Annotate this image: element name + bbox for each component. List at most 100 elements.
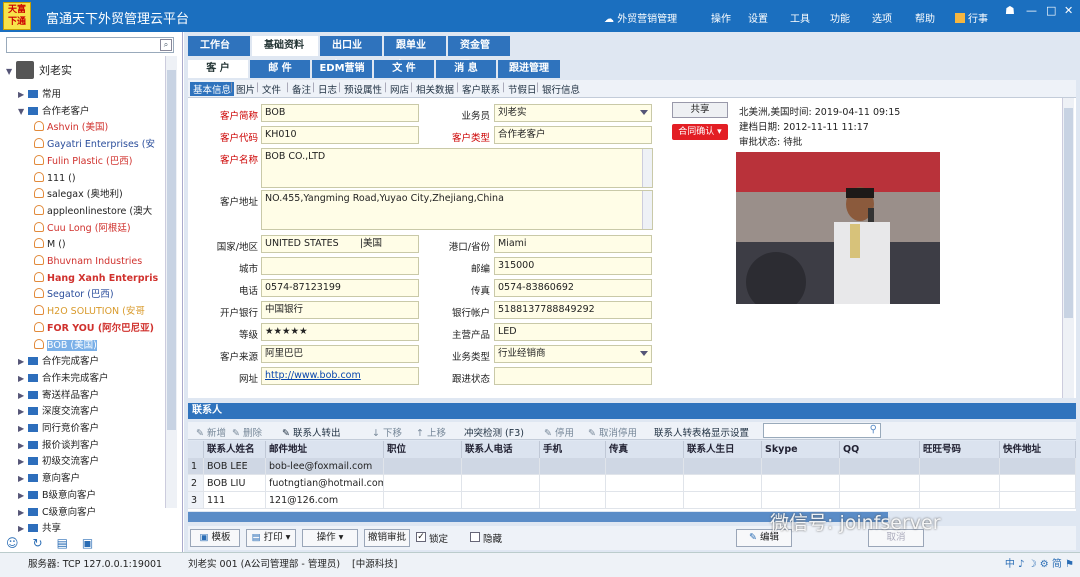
column-header[interactable]: 传真 bbox=[606, 441, 684, 458]
tree-folder[interactable]: ▶ C级意向客户 bbox=[18, 504, 183, 521]
table-cell[interactable] bbox=[840, 492, 920, 509]
field-business-type[interactable]: 行业经销商 bbox=[494, 345, 652, 363]
chevron-down-icon[interactable] bbox=[640, 351, 648, 356]
refresh-icon[interactable]: ↻ bbox=[33, 536, 57, 550]
menu-settings[interactable]: 设置 bbox=[748, 10, 768, 25]
table-cell[interactable]: bob-lee@foxmail.com bbox=[266, 458, 384, 475]
chevron-right-icon[interactable]: ▶ bbox=[18, 387, 28, 404]
tab-detail[interactable]: 节假日 bbox=[508, 82, 537, 96]
chevron-right-icon[interactable]: ▶ bbox=[18, 453, 28, 470]
template-button[interactable]: ▣ 模板 bbox=[190, 529, 240, 547]
table-cell[interactable]: BOB LIU bbox=[204, 475, 266, 492]
table-cell[interactable] bbox=[762, 458, 840, 475]
tree-root-user[interactable]: ▼ 刘老实 bbox=[6, 60, 171, 82]
column-header[interactable]: QQ bbox=[840, 441, 920, 458]
tree-folder[interactable]: ▶ 寄送样品客户 bbox=[18, 387, 183, 404]
share-button[interactable]: 共享 bbox=[672, 102, 728, 118]
field-city[interactable] bbox=[261, 257, 419, 275]
table-cell[interactable] bbox=[1000, 492, 1076, 509]
chevron-right-icon[interactable]: ▶ bbox=[18, 504, 28, 521]
operate-button[interactable]: 操作 ▾ bbox=[302, 529, 358, 547]
lock-checkbox[interactable]: ✓ bbox=[416, 532, 426, 542]
field-bank[interactable]: 中国银行 bbox=[261, 301, 419, 319]
tree-folder[interactable]: ▶ 共享 bbox=[18, 520, 183, 537]
menu-tools[interactable]: 工具 bbox=[790, 10, 810, 25]
table-cell[interactable] bbox=[762, 492, 840, 509]
tab-detail[interactable]: 网店 bbox=[390, 82, 409, 96]
skin-button[interactable]: ☗ bbox=[1005, 4, 1015, 17]
hide-checkbox[interactable] bbox=[470, 532, 480, 542]
table-cell[interactable] bbox=[540, 458, 606, 475]
document-icon[interactable]: ▤ bbox=[57, 536, 82, 550]
table-cell[interactable] bbox=[684, 458, 762, 475]
table-cell[interactable] bbox=[384, 492, 462, 509]
maximize-button[interactable]: □ bbox=[1046, 4, 1056, 17]
tab-followup[interactable]: 跟进管理 bbox=[498, 60, 560, 78]
column-header[interactable]: Skype bbox=[762, 441, 840, 458]
table-cell[interactable] bbox=[684, 475, 762, 492]
column-header[interactable]: 邮件地址 bbox=[266, 441, 384, 458]
contacts-tool-4[interactable]: ↑ 上移 bbox=[416, 425, 446, 439]
table-cell[interactable] bbox=[1000, 475, 1076, 492]
tab-detail[interactable]: 文件 bbox=[262, 82, 281, 96]
menu-options[interactable]: 选项 bbox=[872, 10, 892, 25]
table-cell[interactable] bbox=[840, 475, 920, 492]
export-icon[interactable]: ▣ bbox=[82, 536, 107, 550]
contract-confirm-button[interactable]: 合同确认 ▾ bbox=[672, 124, 728, 140]
field-port[interactable]: Miami bbox=[494, 235, 652, 253]
field-code[interactable]: KH010 bbox=[261, 126, 419, 144]
field-salesman[interactable]: 刘老实 bbox=[494, 104, 652, 122]
table-cell[interactable] bbox=[840, 458, 920, 475]
tab-detail[interactable]: 银行信息 bbox=[542, 82, 580, 96]
close-button[interactable]: ✕ bbox=[1064, 4, 1073, 17]
field-customer-type[interactable]: 合作老客户 bbox=[494, 126, 652, 144]
minimize-button[interactable]: — bbox=[1026, 4, 1037, 17]
tree-folder[interactable]: ▶ 合作未完成客户 bbox=[18, 370, 183, 387]
field-short-name[interactable]: BOB bbox=[261, 104, 419, 122]
column-header[interactable]: 联系人姓名 bbox=[204, 441, 266, 458]
search-icon[interactable]: ⌕ bbox=[160, 39, 172, 51]
tab-detail[interactable]: 相关数据 bbox=[416, 82, 454, 96]
menu-operate[interactable]: 操作 bbox=[711, 10, 731, 25]
contacts-tool-7[interactable]: ✎ 取消停用 bbox=[588, 425, 637, 439]
column-header[interactable]: 联系人生日 bbox=[684, 441, 762, 458]
field-phone[interactable]: 0574-87123199 bbox=[261, 279, 419, 297]
tab-customer[interactable]: 客 户 bbox=[188, 60, 248, 78]
tree-folder[interactable]: ▶ 报价谈判客户 bbox=[18, 437, 183, 454]
tab-export[interactable]: 出口业务 bbox=[320, 36, 382, 71]
tab-detail[interactable]: 图片 bbox=[236, 82, 255, 96]
tab-detail[interactable]: 客户联系 bbox=[462, 82, 500, 96]
field-country[interactable]: UNITED STATES |美国 bbox=[261, 235, 419, 253]
form-scrollbar[interactable] bbox=[1062, 98, 1074, 398]
field-address[interactable]: NO.455,Yangming Road,Yuyao City,Zhejiang… bbox=[261, 190, 653, 230]
table-cell[interactable] bbox=[540, 492, 606, 509]
tree-scrollbar[interactable] bbox=[165, 56, 177, 508]
field-name[interactable]: BOB CO.,LTD bbox=[261, 148, 653, 188]
table-cell[interactable] bbox=[462, 492, 540, 509]
field-bank-account[interactable]: 5188137788849292 bbox=[494, 301, 652, 319]
tab-basic-data[interactable]: 基础资料 bbox=[252, 36, 318, 56]
print-button[interactable]: ▤ 打印 ▾ bbox=[246, 529, 296, 547]
chevron-right-icon[interactable]: ▶ bbox=[18, 470, 28, 487]
column-header[interactable]: 快件地址 bbox=[1000, 441, 1076, 458]
chevron-right-icon[interactable]: ▶ bbox=[18, 86, 28, 103]
tree-folder[interactable]: ▶ 合作完成客户 bbox=[18, 353, 183, 370]
table-cell[interactable] bbox=[540, 475, 606, 492]
field-grade[interactable]: ★★★★★ bbox=[261, 323, 419, 341]
tree-folder[interactable]: ▶ B级意向客户 bbox=[18, 487, 183, 504]
tree-folder[interactable]: ▶ 意向客户 bbox=[18, 470, 183, 487]
contacts-tool-8[interactable]: 联系人转表格显示设置 bbox=[654, 425, 749, 439]
chevron-right-icon[interactable]: ▶ bbox=[18, 370, 28, 387]
table-cell[interactable] bbox=[606, 475, 684, 492]
tab-tracking[interactable]: 跟单业务 bbox=[384, 36, 446, 71]
contacts-tool-0[interactable]: ✎ 新增 bbox=[196, 425, 226, 439]
tree-folder[interactable]: ▶ 初级交流客户 bbox=[18, 453, 183, 470]
table-cell[interactable] bbox=[606, 492, 684, 509]
chevron-down-icon[interactable]: ▼ bbox=[18, 103, 28, 120]
tab-detail[interactable]: 日志 bbox=[318, 82, 337, 96]
table-cell[interactable] bbox=[762, 475, 840, 492]
website-link[interactable]: http://www.bob.com bbox=[265, 370, 361, 381]
user-list-icon[interactable]: ☺ bbox=[6, 536, 33, 550]
tab-detail[interactable]: 备注 bbox=[292, 82, 311, 96]
column-header[interactable]: 职位 bbox=[384, 441, 462, 458]
